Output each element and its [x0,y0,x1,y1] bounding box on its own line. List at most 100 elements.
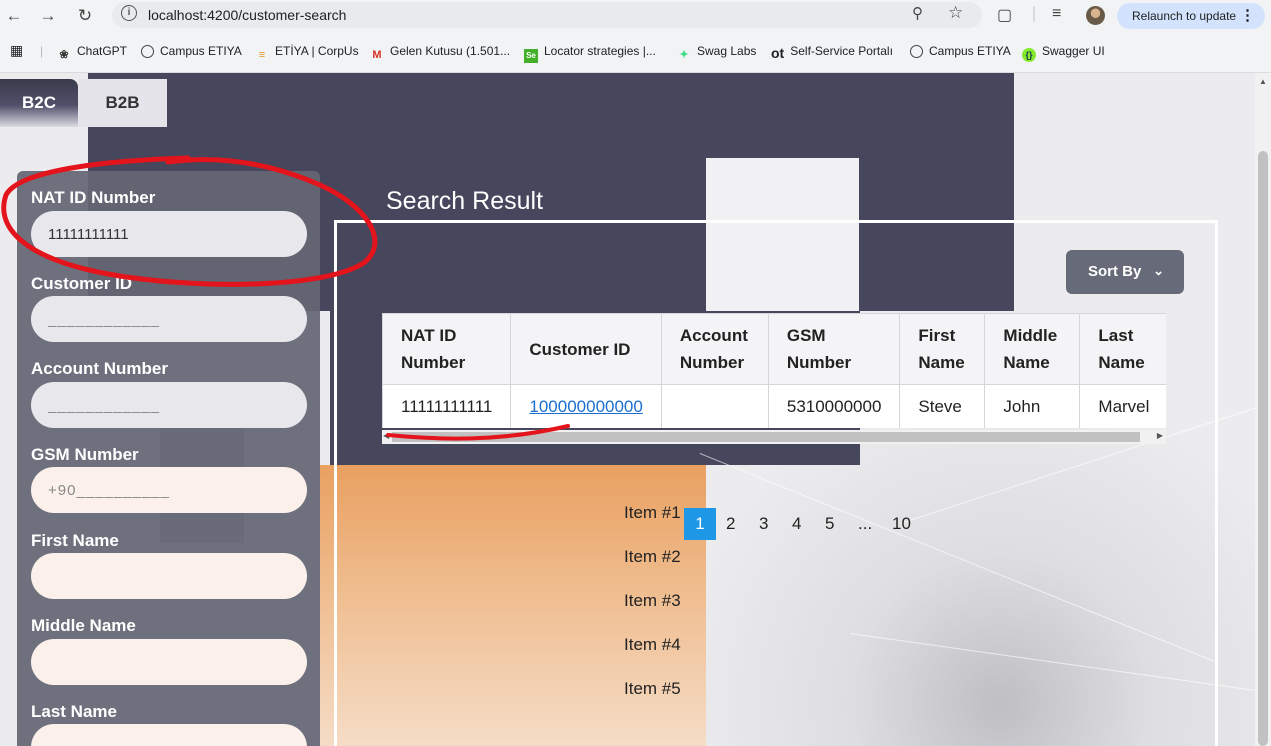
column-header-label: First Name [918,326,965,372]
column-header-nat-id: NAT ID Number [382,313,512,385]
customer-id-link[interactable]: 100000000000 [529,397,642,416]
nat-id-input[interactable] [31,211,307,257]
search-result-title: Search Result [386,187,544,215]
bookmark-locator-strategies[interactable]: Se Locator strategies |... [524,44,656,63]
column-header-last-name: Last Name [1079,313,1166,385]
bookmark-star-icon[interactable]: ☆ [948,3,963,23]
page-ellipsis: ... [858,514,873,533]
bookmarks-divider: | [40,44,44,58]
table-header-row: NAT ID Number Customer ID Account Number… [382,313,1166,385]
list-item: Item #4 [624,635,681,654]
page-4-button[interactable]: 4 [792,508,801,540]
reload-icon[interactable]: ↻ [73,4,97,28]
sort-by-label: Sort By [1088,263,1142,280]
bookmark-etiya-corpus[interactable]: ≡ ETİYA | CorpUs [255,44,359,62]
page-5-button[interactable]: 5 [825,508,834,540]
customer-id-input[interactable] [31,296,307,342]
tab-b2b[interactable]: B2B [78,79,167,127]
apps-grid-icon[interactable]: ▦ [10,42,23,59]
scroll-right-icon[interactable]: ▶ [1157,431,1163,440]
bookmark-label: Campus ETIYA [929,44,1011,58]
column-header-account-number: Account Number [660,313,769,385]
account-number-input[interactable] [31,382,307,428]
column-header-label: NAT ID Number [401,326,466,372]
url-text[interactable]: localhost:4200/customer-search [148,7,346,23]
first-name-label: First Name [31,531,119,550]
results-frame [334,220,1218,746]
column-header-label: GSM Number [786,326,852,372]
table-row: 11111111111 100000000000 5310000000 Stev… [382,384,1166,428]
middle-name-label: Middle Name [31,616,136,635]
horizontal-scroll-thumb[interactable] [392,432,1140,442]
forward-icon[interactable]: → [36,4,60,28]
column-header-label: Last Name [1098,326,1145,372]
bookmark-label: Gelen Kutusu (1.501... [390,44,511,58]
page-content: B2C B2B NAT ID Number Customer ID Accoun… [0,73,1255,746]
bookmark-campus-etiya[interactable]: Campus ETIYA [141,44,242,58]
bookmarks-bar: ▦ | ❀ ChatGPT Campus ETIYA ≡ ETİYA | CorpU… [0,32,1271,73]
results-table: NAT ID Number Customer ID Account Number… [382,313,1166,428]
page-3-button[interactable]: 3 [759,508,768,540]
cell-customer-id: 100000000000 [510,384,662,428]
bookmark-campus-etiya-2[interactable]: Campus ETIYA [910,44,1011,58]
bookmark-self-service[interactable]: ot Self-Service Portalı [771,44,893,60]
cell-nat-id: 11111111111 [382,384,512,428]
middle-name-input[interactable] [31,639,307,685]
bookmark-chatgpt[interactable]: ❀ ChatGPT [57,44,127,62]
first-name-input[interactable] [31,553,307,599]
selenium-icon: Se [524,49,538,63]
sort-by-button[interactable]: Sort By ⌄ [1066,250,1184,294]
address-bar[interactable]: i localhost:4200/customer-search ⚲ ☆ [112,2,982,28]
list-item: Item #3 [624,591,681,610]
zoom-icon[interactable]: ⚲ [912,4,923,22]
globe-icon [910,45,923,58]
cell-gsm-number: 5310000000 [767,384,901,428]
extensions-icon[interactable]: ▢ [997,5,1012,25]
cell-first-name: Steve [899,384,986,428]
gsm-number-label: GSM Number [31,445,139,464]
page-vertical-scrollbar[interactable]: ▲ [1255,73,1271,746]
vertical-scroll-thumb[interactable] [1258,151,1268,746]
page-1-button[interactable]: 1 [684,508,716,540]
page-10-button[interactable]: 10 [892,508,911,540]
bookmark-swagger[interactable]: {} Swagger UI [1022,44,1105,62]
chatgpt-icon: ❀ [59,49,69,61]
cell-middle-name: John [984,384,1081,428]
bookmark-gmail[interactable]: M Gelen Kutusu (1.501... [370,44,510,62]
bookmark-label: Swagger UI [1042,44,1105,58]
last-name-input[interactable] [31,724,307,746]
customer-id-label: Customer ID [31,274,133,293]
browser-toolbar: ← → ↻ i localhost:4200/customer-search ⚲… [0,0,1271,32]
relaunch-label: Relaunch to update [1132,9,1237,23]
site-info-icon[interactable]: i [121,5,137,21]
bookmark-label: ChatGPT [77,44,128,58]
nat-id-label: NAT ID Number [31,188,156,207]
scroll-up-icon[interactable]: ▲ [1259,77,1267,86]
tab-b2c[interactable]: B2C [0,79,78,127]
media-controls-icon[interactable]: ≡ [1052,5,1061,23]
swaglabs-icon: ✦ [679,49,689,61]
cell-account-number [660,384,769,428]
gsm-number-input[interactable] [31,467,307,513]
column-header-gsm-number: GSM Number [767,313,901,385]
column-header-customer-id: Customer ID [510,313,662,385]
etiya-icon: ≡ [258,49,266,61]
bookmark-label: Locator strategies |... [544,44,656,58]
relaunch-button[interactable]: Relaunch to update ⋮ [1117,3,1265,29]
bookmark-swag-labs[interactable]: ✦ Swag Labs [677,44,756,62]
chevron-down-icon: ⌄ [1153,263,1164,278]
column-header-label: Account Number [679,326,748,372]
bookmark-label: Self-Service Portalı [790,44,893,58]
page-2-button[interactable]: 2 [726,508,735,540]
bookmark-label: ETİYA | CorpUs [275,44,359,58]
menu-dots-icon[interactable]: ⋮ [1240,3,1255,29]
scroll-left-icon[interactable]: ◀ [383,431,389,440]
bookmark-label: Campus ETIYA [160,44,242,58]
results-table-container: NAT ID Number Customer ID Account Number… [382,313,1166,428]
back-icon[interactable]: ← [2,4,26,28]
profile-avatar[interactable] [1086,6,1105,25]
ot-icon: ot [771,45,785,61]
toolbar-divider: | [1032,5,1037,22]
table-horizontal-scrollbar[interactable]: ◀ ▶ [382,430,1166,444]
column-header-label: Middle Name [1003,326,1058,372]
